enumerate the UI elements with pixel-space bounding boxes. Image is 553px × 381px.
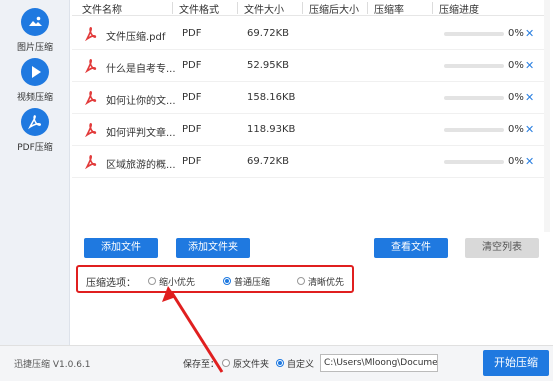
pdf-icon: [21, 108, 49, 136]
sidebar-item-label: PDF压缩: [17, 143, 53, 153]
progress-percent: 0%: [508, 124, 524, 135]
table-row[interactable]: 区域旅游的概... PDF 69.72KB 0% ✕: [72, 146, 548, 178]
radio-custom[interactable]: [276, 359, 284, 367]
play-icon: [21, 58, 49, 86]
bottom-bar: 迅捷压缩 V1.0.6.1 保存至： 原文件夹 自定义 C:\Users\Mlo…: [0, 345, 553, 381]
file-name: 如何让你的文...: [106, 96, 176, 107]
column-divider: [367, 2, 368, 14]
pdf-file-icon: [84, 89, 98, 106]
pdf-file-icon: [84, 121, 98, 138]
option-label[interactable]: 自定义: [287, 357, 314, 370]
progress-bar: [444, 128, 504, 132]
column-divider: [432, 2, 433, 14]
sidebar: 图片压缩 视频压缩 PDF压缩: [0, 0, 70, 345]
file-size: 52.95KB: [247, 60, 290, 71]
file-name: 什么是自考专...: [106, 64, 176, 75]
header-compressed-size: 压缩后大小: [309, 5, 359, 16]
option-label[interactable]: 普通压缩: [234, 275, 270, 288]
header-filename: 文件名称: [82, 5, 122, 16]
progress-bar: [444, 160, 504, 164]
radio-normal[interactable]: [223, 277, 231, 285]
progress-percent: 0%: [508, 156, 524, 167]
compression-options: 压缩选项： 缩小优先 普通压缩 清晰优先: [76, 265, 354, 293]
clear-list-button[interactable]: 清空列表: [465, 238, 539, 258]
option-label[interactable]: 原文件夹: [233, 357, 269, 370]
radio-smaller-first[interactable]: [148, 277, 156, 285]
version-label: 迅捷压缩 V1.0.6.1: [14, 360, 91, 370]
options-label: 压缩选项：: [86, 278, 136, 289]
file-name: 区域旅游的概...: [106, 160, 176, 171]
remove-file-icon[interactable]: ✕: [525, 59, 534, 72]
table-header: 文件名称 文件格式 文件大小 压缩后大小 压缩率 压缩进度: [72, 0, 548, 16]
file-format: PDF: [182, 60, 202, 71]
file-table: 文件名称 文件格式 文件大小 压缩后大小 压缩率 压缩进度 文件压缩.pdf P…: [72, 0, 548, 232]
column-divider: [302, 2, 303, 14]
file-format: PDF: [182, 92, 202, 103]
remove-file-icon[interactable]: ✕: [525, 27, 534, 40]
file-size: 69.72KB: [247, 156, 290, 167]
header-format: 文件格式: [179, 5, 219, 16]
file-size: 118.93KB: [247, 124, 296, 135]
table-row[interactable]: 什么是自考专... PDF 52.95KB 0% ✕: [72, 50, 548, 82]
add-folder-button[interactable]: 添加文件夹: [176, 238, 250, 258]
table-row[interactable]: 如何评判文章... PDF 118.93KB 0% ✕: [72, 114, 548, 146]
radio-clarity-first[interactable]: [297, 277, 305, 285]
sidebar-item-pdf-compress[interactable]: PDF压缩: [0, 108, 70, 153]
file-size: 158.16KB: [247, 92, 296, 103]
progress-percent: 0%: [508, 92, 524, 103]
table-scrollbar[interactable]: [544, 0, 550, 232]
file-name: 文件压缩.pdf: [106, 32, 166, 43]
remove-file-icon[interactable]: ✕: [525, 91, 534, 104]
header-size: 文件大小: [244, 5, 284, 16]
remove-file-icon[interactable]: ✕: [525, 155, 534, 168]
sidebar-item-video-compress[interactable]: 视频压缩: [0, 58, 70, 103]
view-file-button[interactable]: 查看文件: [374, 238, 448, 258]
header-progress: 压缩进度: [439, 5, 479, 16]
image-icon: [21, 8, 49, 36]
sidebar-item-label: 图片压缩: [16, 43, 53, 53]
pdf-file-icon: [84, 57, 98, 74]
progress-bar: [444, 64, 504, 68]
progress-percent: 0%: [508, 60, 524, 71]
file-size: 69.72KB: [247, 28, 290, 39]
pdf-file-icon: [84, 153, 98, 170]
file-format: PDF: [182, 124, 202, 135]
sidebar-item-image-compress[interactable]: 图片压缩: [0, 8, 70, 53]
pdf-file-icon: [84, 25, 98, 42]
file-format: PDF: [182, 156, 202, 167]
add-file-button[interactable]: 添加文件: [84, 238, 158, 258]
progress-bar: [444, 96, 504, 100]
progress-percent: 0%: [508, 28, 524, 39]
file-format: PDF: [182, 28, 202, 39]
column-divider: [172, 2, 173, 14]
option-label[interactable]: 缩小优先: [159, 275, 195, 288]
start-compress-button[interactable]: 开始压缩: [483, 350, 549, 376]
column-divider: [237, 2, 238, 14]
save-path-input[interactable]: C:\Users\Mloong\Documen: [320, 354, 438, 372]
table-row[interactable]: 文件压缩.pdf PDF 69.72KB 0% ✕: [72, 18, 548, 50]
progress-bar: [444, 32, 504, 36]
sidebar-item-label: 视频压缩: [16, 93, 53, 103]
header-ratio: 压缩率: [374, 5, 404, 16]
radio-original-folder[interactable]: [222, 359, 230, 367]
save-to-label: 保存至：: [183, 360, 220, 370]
remove-file-icon[interactable]: ✕: [525, 123, 534, 136]
table-row[interactable]: 如何让你的文... PDF 158.16KB 0% ✕: [72, 82, 548, 114]
option-label[interactable]: 清晰优先: [308, 275, 344, 288]
file-name: 如何评判文章...: [106, 128, 176, 139]
